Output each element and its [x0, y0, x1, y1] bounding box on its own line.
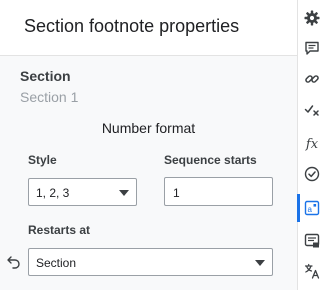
side-rail: fx a [297, 0, 326, 290]
chevron-down-icon [255, 260, 265, 266]
footnote-icon[interactable]: a [303, 199, 321, 217]
section-heading: Section [20, 68, 71, 84]
sequence-starts-input[interactable]: 1 [164, 177, 273, 206]
gear-icon[interactable] [303, 9, 321, 27]
restarts-at-label: Restarts at [28, 223, 91, 237]
section-properties: Section Section 1 Number format Style 1,… [0, 56, 297, 290]
panel-header: Section footnote properties [0, 0, 297, 56]
style-select[interactable]: 1, 2, 3 [28, 178, 137, 206]
style-label: Style [28, 153, 57, 167]
footnote-properties-panel: Section footnote properties Section Sect… [0, 0, 297, 290]
section-name: Section 1 [20, 89, 79, 105]
restarts-at-select[interactable]: Section [28, 248, 273, 276]
style-select-value: 1, 2, 3 [36, 186, 70, 200]
sequence-starts-value: 1 [173, 186, 180, 200]
comment-icon[interactable] [303, 39, 321, 57]
comments-list-icon[interactable] [303, 232, 321, 250]
check-circle-icon[interactable] [303, 165, 321, 183]
panel-title: Section footnote properties [24, 16, 240, 36]
link-icon[interactable] [303, 70, 321, 88]
restarts-at-value: Section [36, 256, 77, 270]
number-format-heading: Number format [101, 120, 196, 136]
function-icon-label: fx [305, 136, 319, 152]
undo-icon[interactable] [5, 252, 23, 270]
translate-icon[interactable] [303, 262, 321, 280]
sequence-starts-label: Sequence starts [164, 153, 257, 167]
spellcheck-icon[interactable] [303, 101, 321, 119]
function-icon[interactable]: fx [303, 135, 321, 153]
active-indicator [297, 194, 300, 222]
svg-text:a: a [308, 205, 313, 214]
chevron-down-icon [119, 190, 129, 196]
